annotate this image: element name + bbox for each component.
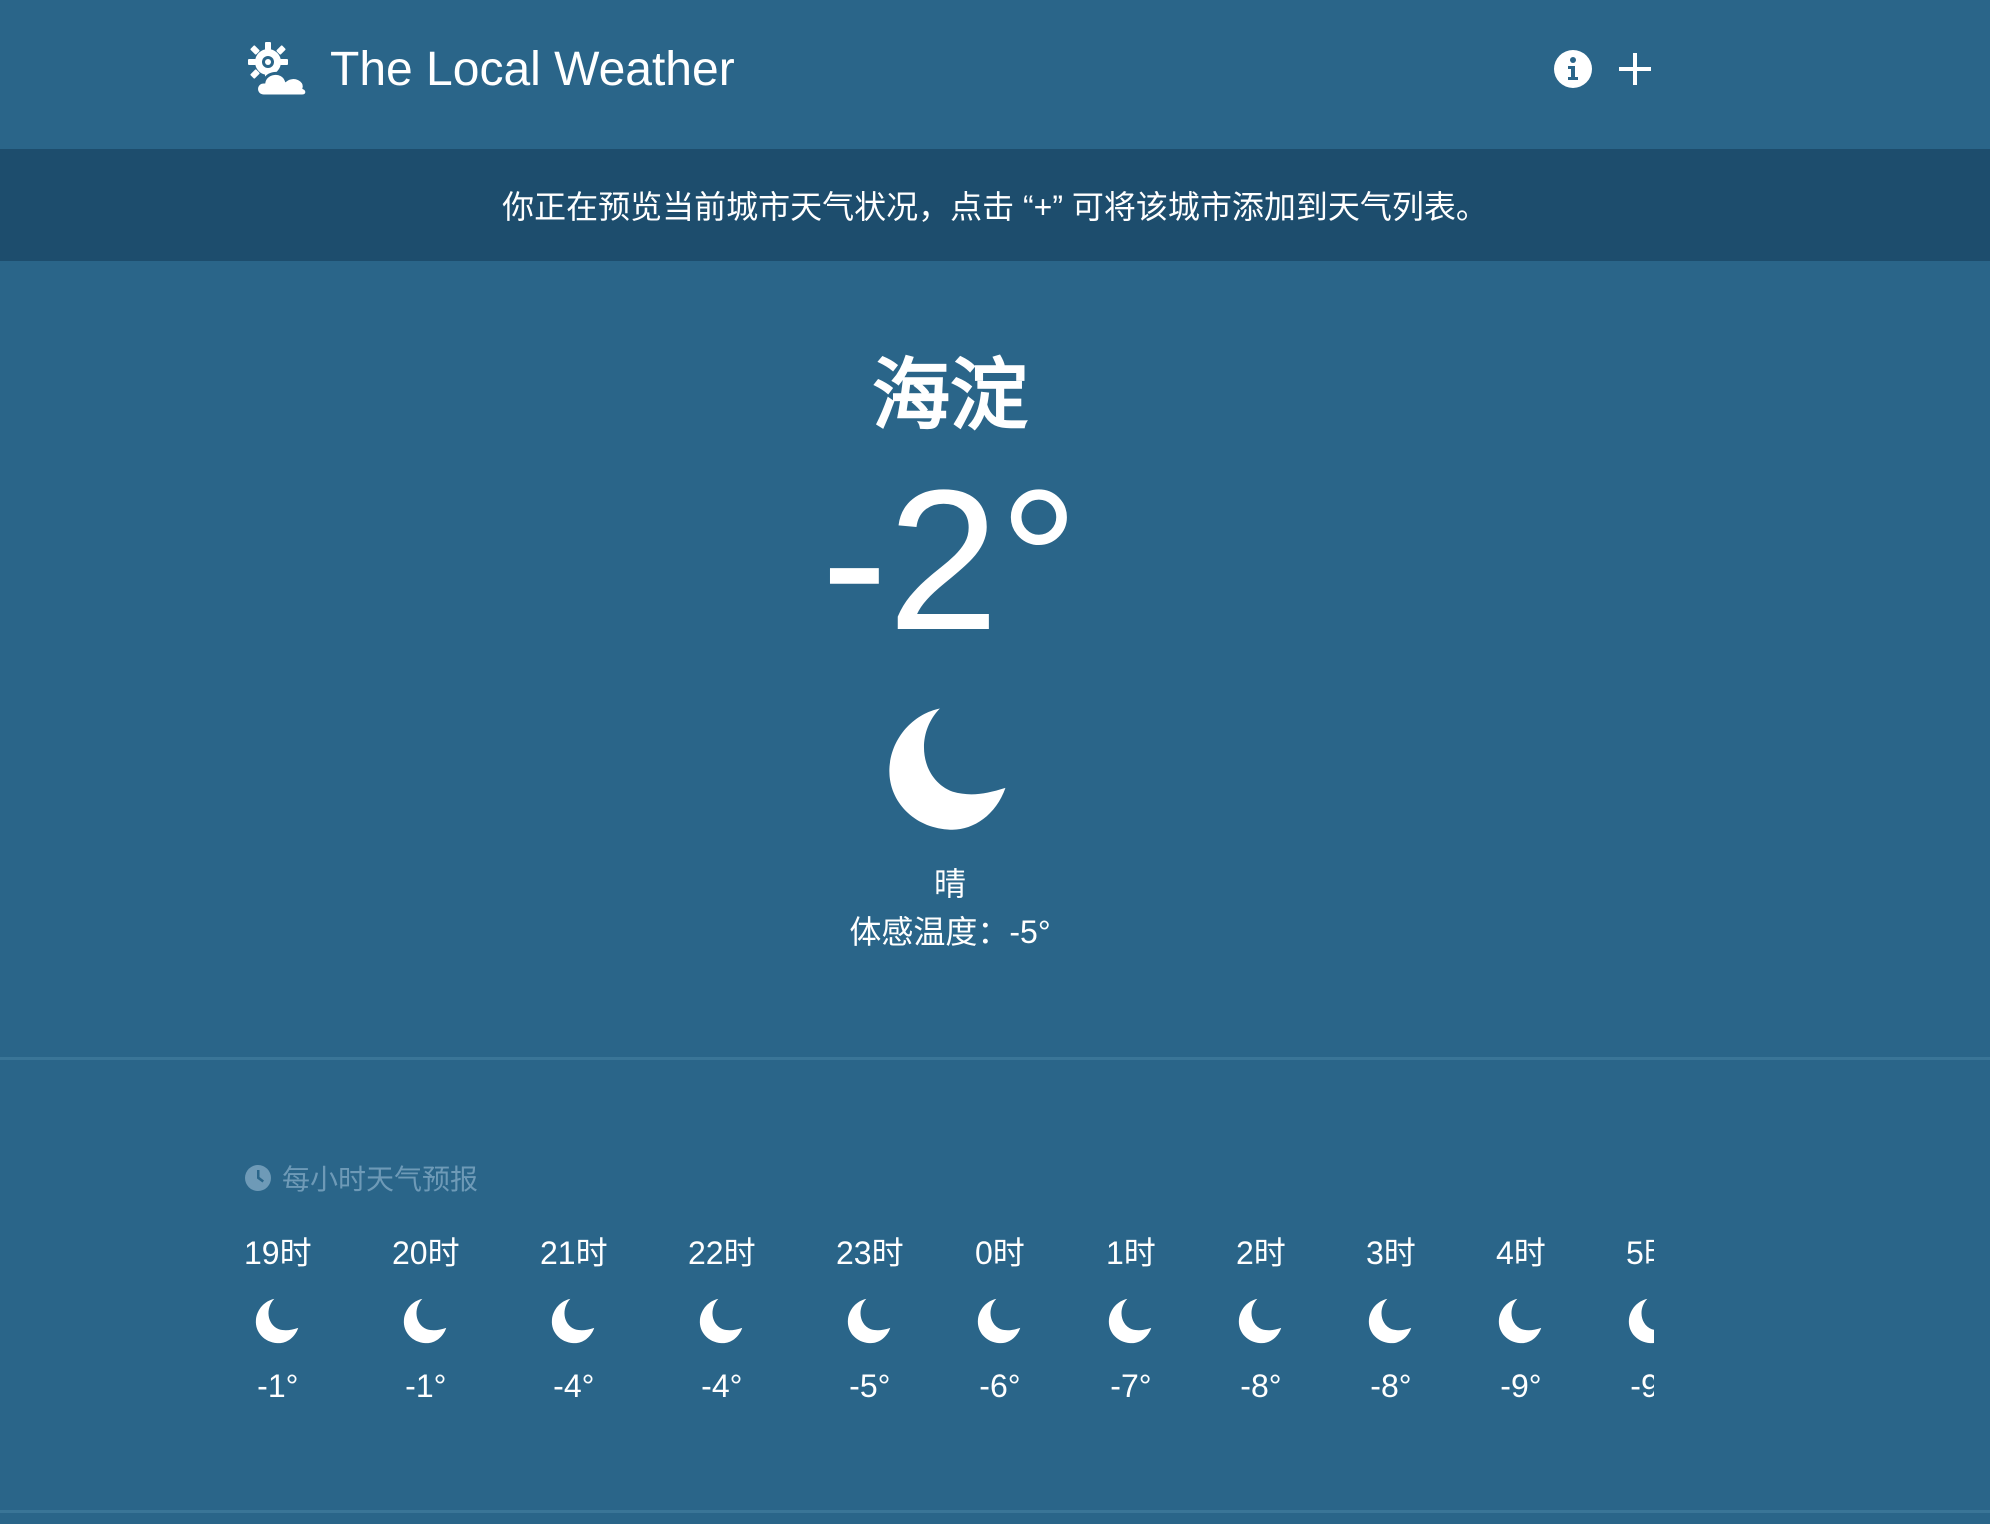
hour-temperature: -8° — [1370, 1368, 1412, 1404]
hour-temperature: -9° — [1500, 1368, 1542, 1404]
hour-label: 22时 — [688, 1235, 756, 1271]
hourly-forecast-list[interactable]: 19时 -1° 20时 -1° 21时 -4° 22时 -4° 23时 -5° 0时 -6° 1时 -7°… — [244, 1228, 1654, 1408]
hour-label: 19时 — [244, 1235, 312, 1271]
hourly-item: 4时 -9° — [1496, 1228, 1546, 1408]
hourly-item: 19时 -1° — [244, 1228, 312, 1408]
app-title: The Local Weather — [330, 43, 735, 96]
section-divider — [0, 1510, 1990, 1513]
moon-icon — [977, 1298, 1021, 1344]
moon-icon — [1368, 1298, 1412, 1344]
hour-label: 5时 — [1626, 1235, 1654, 1271]
clock-icon — [245, 1165, 271, 1191]
hour-temperature: -5° — [849, 1368, 891, 1404]
hour-label: 20时 — [392, 1235, 460, 1271]
hourly-item: 21时 -4° — [540, 1228, 608, 1408]
current-temperature: -2° — [821, 449, 1079, 672]
hour-temperature: -4° — [553, 1368, 595, 1404]
hourly-item: 5时 -9° — [1626, 1228, 1654, 1408]
feels-like: 体感温度：-5° — [849, 914, 1051, 950]
add-city-button[interactable] — [1612, 46, 1658, 92]
hour-temperature: -7° — [1110, 1368, 1152, 1404]
info-icon — [1554, 50, 1592, 88]
preview-notice-text: 你正在预览当前城市天气状况，点击 “+” 可将该城市添加到天气列表。 — [502, 189, 1488, 225]
header-actions — [1550, 46, 1658, 92]
hourly-item: 23时 -5° — [836, 1228, 904, 1408]
weather-condition: 晴 — [933, 866, 966, 902]
hour-temperature: -9° — [1630, 1368, 1654, 1404]
brand: The Local Weather — [244, 38, 735, 102]
app-header: The Local Weather — [0, 0, 1990, 149]
hourly-forecast-title: 每小时天气预报 — [244, 1158, 478, 1198]
hourly-forecast-title-text: 每小时天气预报 — [282, 1164, 479, 1195]
hourly-item: 0时 -6° — [975, 1228, 1025, 1408]
hourly-item: 1时 -7° — [1106, 1228, 1156, 1408]
plus-icon — [1619, 53, 1651, 85]
moon-icon — [551, 1298, 595, 1344]
sun-cloud-icon — [248, 42, 308, 98]
moon-icon — [1628, 1298, 1654, 1344]
hour-temperature: -6° — [979, 1368, 1021, 1404]
hour-label: 3时 — [1366, 1235, 1416, 1271]
moon-icon — [255, 1298, 299, 1344]
moon-icon — [699, 1298, 743, 1344]
hour-temperature: -1° — [257, 1368, 299, 1404]
hour-temperature: -1° — [405, 1368, 447, 1404]
moon-icon — [1238, 1298, 1282, 1344]
current-weather: 海淀 -2° 晴 体感温度：-5° — [0, 340, 1900, 954]
hour-label: 21时 — [540, 1235, 608, 1271]
moon-icon — [1108, 1298, 1152, 1344]
hour-label: 23时 — [836, 1235, 904, 1271]
moon-icon — [889, 708, 1006, 830]
hourly-item: 2时 -8° — [1236, 1228, 1286, 1408]
section-divider — [0, 1057, 1990, 1060]
info-button[interactable] — [1550, 46, 1596, 92]
hour-label: 0时 — [975, 1235, 1025, 1271]
hour-temperature: -4° — [701, 1368, 743, 1404]
hourly-item: 22时 -4° — [688, 1228, 756, 1408]
hour-label: 1时 — [1106, 1235, 1156, 1271]
moon-icon — [1498, 1298, 1542, 1344]
hour-label: 4时 — [1496, 1235, 1546, 1271]
city-name: 海淀 — [871, 351, 1028, 439]
hour-temperature: -8° — [1240, 1368, 1282, 1404]
moon-icon — [847, 1298, 891, 1344]
hourly-item: 20时 -1° — [392, 1228, 460, 1408]
moon-icon — [403, 1298, 447, 1344]
hourly-item: 3时 -8° — [1366, 1228, 1416, 1408]
hour-label: 2时 — [1236, 1235, 1286, 1271]
preview-notice: 你正在预览当前城市天气状况，点击 “+” 可将该城市添加到天气列表。 — [0, 149, 1990, 261]
